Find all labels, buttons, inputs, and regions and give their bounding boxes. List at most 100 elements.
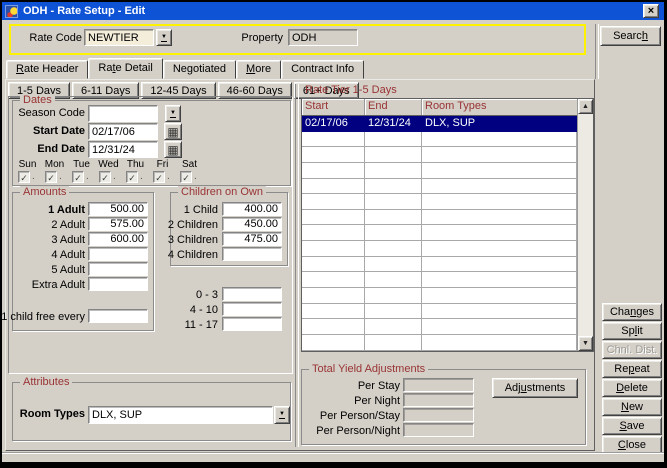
day-checkbox[interactable]: ✓ bbox=[72, 171, 84, 183]
split-button[interactable]: Split bbox=[602, 322, 662, 340]
attributes-group: Attributes Room Types ▼ bbox=[12, 382, 291, 441]
close-button[interactable]: × bbox=[643, 4, 659, 18]
amount-input-1-adult[interactable] bbox=[88, 202, 148, 216]
per-stay-label: Per Stay bbox=[358, 380, 400, 392]
delete-button[interactable]: Delete bbox=[602, 379, 662, 397]
tier-table-row[interactable] bbox=[302, 335, 577, 351]
adjustments-button[interactable]: Adjustments bbox=[492, 378, 578, 398]
per-night-input bbox=[403, 393, 474, 407]
tier-table-row[interactable] bbox=[302, 179, 577, 195]
children-input-4[interactable] bbox=[222, 247, 282, 261]
tier-table-row[interactable] bbox=[302, 163, 577, 179]
check-icon: ✓ bbox=[74, 173, 82, 183]
child-free-label: 1 child free every bbox=[1, 311, 85, 323]
day-checkbox[interactable]: ✓ bbox=[45, 171, 57, 183]
children-label-2: 2 Children bbox=[168, 219, 218, 231]
calendar-icon: ▦ bbox=[167, 126, 178, 138]
tab-rate-header[interactable]: Rate Header bbox=[6, 60, 88, 79]
amount-input-extra-adult[interactable] bbox=[88, 277, 148, 291]
amount-label-extra-adult: Extra Adult bbox=[32, 279, 85, 291]
changes-button[interactable]: Changes bbox=[602, 303, 662, 321]
per-person-stay-label: Per Person/Stay bbox=[320, 410, 400, 422]
day-checkbox[interactable]: ✓ bbox=[99, 171, 111, 183]
new-button[interactable]: New bbox=[602, 398, 662, 416]
tier-table-row[interactable] bbox=[302, 132, 577, 148]
chnl-dist-button: Chnl. Dist. bbox=[602, 341, 662, 359]
tab-negotiated[interactable]: Negotiated bbox=[163, 60, 236, 79]
start-date-input[interactable] bbox=[88, 123, 158, 140]
amount-label-3-adult: 3 Adult bbox=[51, 234, 85, 246]
tier-table-row[interactable] bbox=[302, 225, 577, 241]
season-code-lov-button[interactable]: ▼ bbox=[165, 105, 181, 122]
tier-table-cell bbox=[422, 225, 577, 241]
tier-table-cell bbox=[302, 335, 365, 351]
age-input-11-17[interactable] bbox=[222, 317, 282, 331]
tier-table-row[interactable] bbox=[302, 304, 577, 320]
tier-table-cell bbox=[365, 288, 422, 304]
save-button[interactable]: Save bbox=[602, 417, 662, 435]
tier-table-row[interactable] bbox=[302, 147, 577, 163]
tab-rate-detail[interactable]: Rate Detail bbox=[88, 58, 162, 79]
property-label: Property bbox=[241, 32, 283, 44]
day-cell-sun: Sun✓. bbox=[14, 159, 41, 187]
yield-group-title: Total Yield Adjustments bbox=[309, 363, 428, 375]
tier-table-cell bbox=[302, 147, 365, 163]
amount-input-3-adult[interactable] bbox=[88, 232, 148, 246]
tier-table-cell bbox=[422, 335, 577, 351]
tier-table-cell bbox=[422, 257, 577, 273]
day-checkbox[interactable]: ✓ bbox=[180, 171, 192, 183]
app-icon bbox=[5, 5, 18, 18]
tier-table-row[interactable] bbox=[302, 257, 577, 273]
tier-table-cell bbox=[422, 272, 577, 288]
tier-table-row[interactable] bbox=[302, 241, 577, 257]
tier-table-row[interactable] bbox=[302, 194, 577, 210]
window-border-left bbox=[0, 0, 2, 468]
season-code-input[interactable] bbox=[88, 105, 158, 122]
start-date-calendar-button[interactable]: ▦ bbox=[164, 123, 182, 140]
tier-table-scrollbar[interactable]: ▲ ▼ bbox=[577, 99, 593, 351]
search-button[interactable]: Search bbox=[600, 26, 661, 46]
tier-table-cell bbox=[365, 194, 422, 210]
tier-table-row[interactable] bbox=[302, 272, 577, 288]
per-night-label: Per Night bbox=[354, 395, 400, 407]
day-checkbox[interactable]: ✓ bbox=[126, 171, 138, 183]
scroll-down-icon[interactable]: ▼ bbox=[578, 336, 593, 351]
tab-contract-info[interactable]: Contract Info bbox=[281, 60, 364, 79]
day-checkbox[interactable]: ✓ bbox=[153, 171, 165, 183]
tier-table-row[interactable]: 02/17/0612/31/24DLX, SUP bbox=[302, 116, 577, 132]
children-input-2[interactable] bbox=[222, 217, 282, 231]
check-icon: ✓ bbox=[128, 173, 136, 183]
child-free-input[interactable] bbox=[88, 309, 148, 323]
window-border-top bbox=[0, 0, 667, 2]
day-checkbox[interactable]: ✓ bbox=[18, 171, 30, 183]
repeat-button[interactable]: Repeat bbox=[602, 360, 662, 378]
end-date-input[interactable] bbox=[88, 141, 158, 158]
end-date-calendar-button[interactable]: ▦ bbox=[164, 141, 182, 158]
tier-table-row[interactable] bbox=[302, 319, 577, 335]
tier-table-header: Start End Room Types bbox=[302, 99, 593, 116]
amount-input-5-adult[interactable] bbox=[88, 262, 148, 276]
tier-table-cell bbox=[422, 319, 577, 335]
amount-input-2-adult[interactable] bbox=[88, 217, 148, 231]
scroll-up-icon[interactable]: ▲ bbox=[578, 99, 593, 114]
tier-table-row[interactable] bbox=[302, 210, 577, 226]
amount-label-1-adult: 1 Adult bbox=[48, 204, 85, 216]
tier-table-cell bbox=[302, 319, 365, 335]
tier-table-cell bbox=[365, 210, 422, 226]
room-types-lov-button[interactable]: ▼ bbox=[274, 406, 290, 424]
age-input-4-10[interactable] bbox=[222, 302, 282, 316]
rate-code-input[interactable] bbox=[84, 29, 154, 46]
room-types-input[interactable] bbox=[88, 406, 273, 424]
age-input-0-3[interactable] bbox=[222, 287, 282, 301]
header-panel: Rate Code ▼ Property bbox=[9, 24, 586, 55]
rate-code-lov-button[interactable]: ▼ bbox=[156, 29, 172, 46]
tier-table-row[interactable] bbox=[302, 288, 577, 304]
tier-table-cell: 12/31/24 bbox=[365, 116, 422, 132]
amount-label-4-adult: 4 Adult bbox=[51, 249, 85, 261]
check-icon: ✓ bbox=[101, 173, 109, 183]
children-input-1[interactable] bbox=[222, 202, 282, 216]
children-input-3[interactable] bbox=[222, 232, 282, 246]
children-label-1: 1 Child bbox=[184, 204, 218, 216]
amount-input-4-adult[interactable] bbox=[88, 247, 148, 261]
tab-more[interactable]: More bbox=[236, 60, 281, 79]
